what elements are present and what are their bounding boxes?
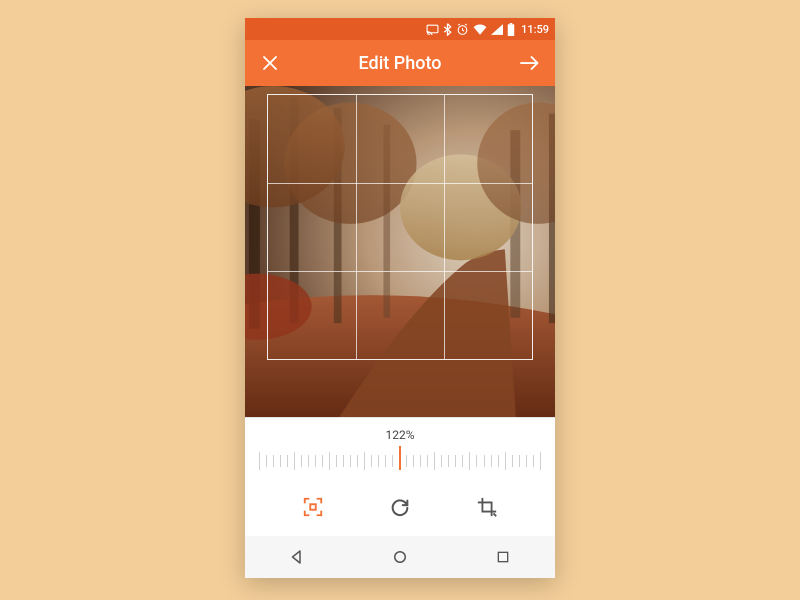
ruler-tick bbox=[343, 455, 344, 467]
ruler-tick bbox=[406, 455, 407, 467]
ruler-tick bbox=[484, 455, 485, 467]
ruler-tick bbox=[498, 455, 499, 467]
page-title: Edit Photo bbox=[359, 53, 442, 74]
signal-icon bbox=[491, 24, 503, 35]
ruler-tick bbox=[350, 455, 351, 467]
ruler-tick bbox=[322, 455, 323, 467]
zoom-slider[interactable] bbox=[259, 446, 541, 476]
battery-icon bbox=[507, 23, 515, 36]
grid-line bbox=[356, 95, 357, 359]
alarm-icon bbox=[456, 23, 469, 36]
android-nav-bar bbox=[245, 536, 555, 578]
controls-panel: 122% bbox=[245, 417, 555, 536]
forward-icon[interactable] bbox=[519, 52, 541, 74]
ruler-tick bbox=[420, 455, 421, 467]
nav-recents-button[interactable] bbox=[492, 546, 514, 568]
tool-row bbox=[245, 476, 555, 536]
ruler-tick bbox=[287, 455, 288, 467]
close-icon[interactable] bbox=[259, 52, 281, 74]
grid-line bbox=[268, 183, 532, 184]
app-bar: Edit Photo bbox=[245, 40, 555, 86]
crop-tool-button[interactable] bbox=[474, 494, 500, 520]
ruler-tick bbox=[259, 452, 260, 470]
ruler-tick bbox=[455, 455, 456, 467]
zoom-control: 122% bbox=[245, 418, 555, 476]
ruler-tick bbox=[413, 455, 414, 467]
ruler-tick bbox=[526, 455, 527, 467]
ruler-tick bbox=[519, 455, 520, 467]
ruler-tick bbox=[441, 455, 442, 467]
rotate-tool-button[interactable] bbox=[387, 494, 413, 520]
ruler-tick bbox=[266, 455, 267, 467]
crop-grid[interactable] bbox=[267, 94, 533, 360]
ruler-tick bbox=[308, 455, 309, 467]
ruler-tick bbox=[462, 455, 463, 467]
ruler-tick bbox=[469, 452, 470, 470]
ruler-tick bbox=[294, 452, 295, 470]
cast-icon bbox=[426, 24, 439, 35]
ruler-tick bbox=[378, 455, 379, 467]
ruler-tick bbox=[505, 452, 506, 470]
grid-line bbox=[444, 95, 445, 359]
ruler-tick bbox=[357, 455, 358, 467]
ruler-tick bbox=[371, 455, 372, 467]
photo-canvas[interactable] bbox=[245, 86, 555, 417]
ruler-tick bbox=[512, 455, 513, 467]
ruler-tick bbox=[434, 452, 435, 470]
ruler-tick bbox=[364, 452, 365, 470]
ruler-tick bbox=[280, 455, 281, 467]
zoom-indicator bbox=[399, 446, 401, 470]
ruler-tick bbox=[315, 455, 316, 467]
ruler-tick bbox=[301, 455, 302, 467]
nav-home-button[interactable] bbox=[389, 546, 411, 568]
ruler-tick bbox=[385, 455, 386, 467]
ruler-tick bbox=[329, 452, 330, 470]
wifi-icon bbox=[473, 24, 487, 35]
status-time: 11:59 bbox=[521, 23, 549, 36]
ruler-tick bbox=[540, 452, 541, 470]
ruler-tick bbox=[476, 455, 477, 467]
bluetooth-icon bbox=[443, 23, 452, 36]
nav-back-button[interactable] bbox=[286, 546, 308, 568]
frame-tool-button[interactable] bbox=[300, 494, 326, 520]
status-bar: 11:59 bbox=[245, 18, 555, 40]
grid-line bbox=[268, 271, 532, 272]
ruler-tick bbox=[427, 455, 428, 467]
ruler-tick bbox=[336, 455, 337, 467]
ruler-tick bbox=[491, 455, 492, 467]
ruler-tick bbox=[533, 455, 534, 467]
ruler-tick bbox=[273, 455, 274, 467]
ruler-tick bbox=[392, 455, 393, 467]
zoom-label: 122% bbox=[259, 428, 541, 442]
ruler-tick bbox=[448, 455, 449, 467]
phone-frame: 11:59 Edit Photo bbox=[245, 18, 555, 578]
